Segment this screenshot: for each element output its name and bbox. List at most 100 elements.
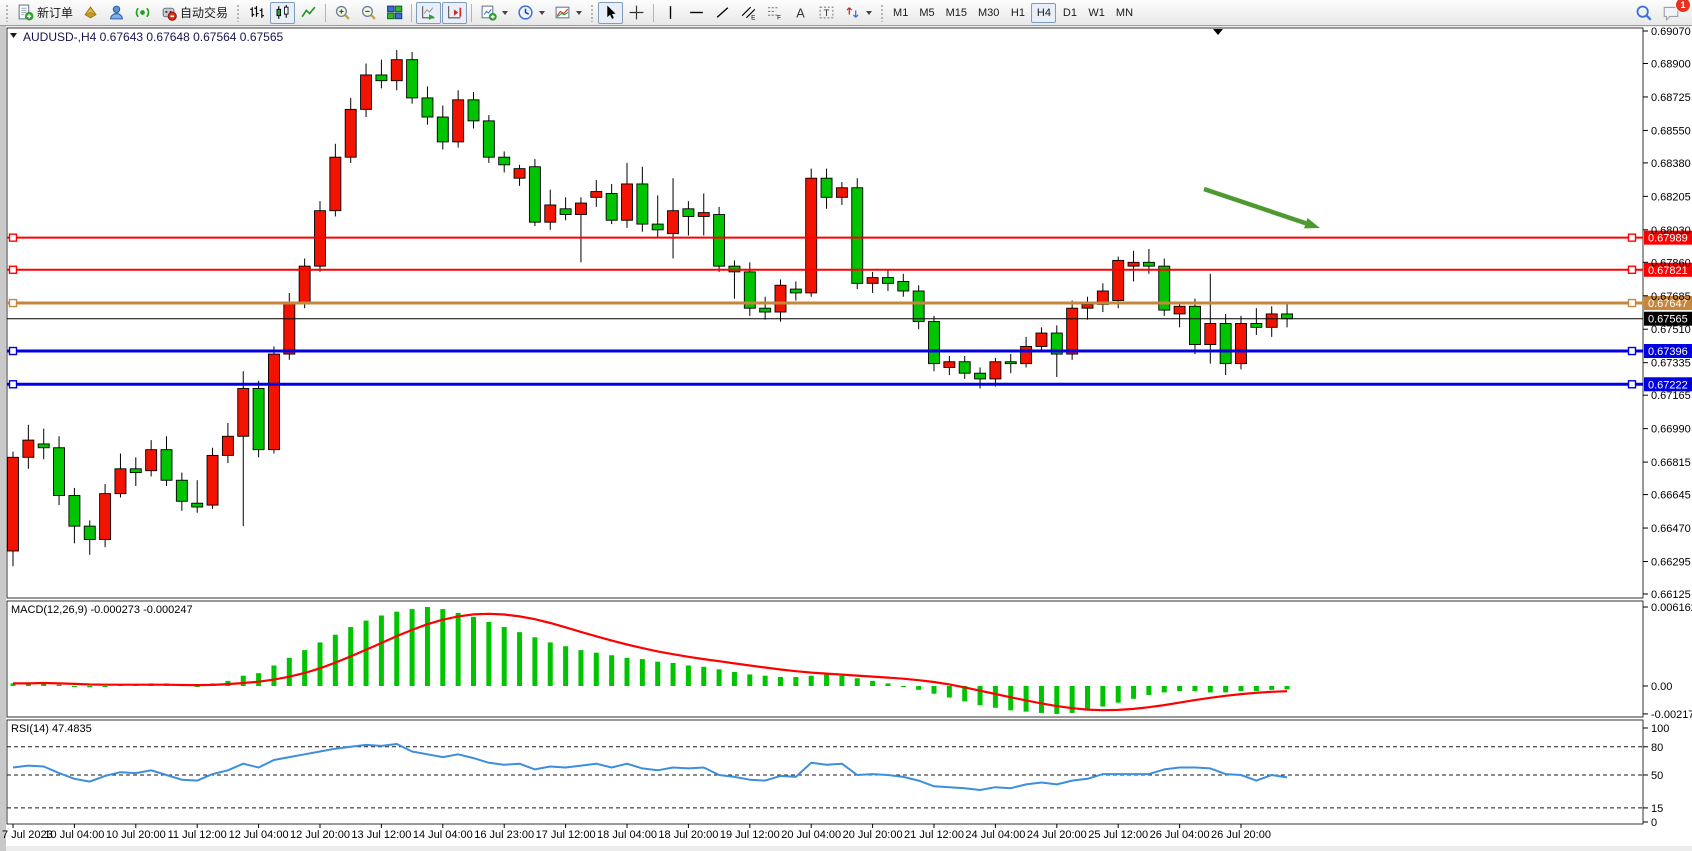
line-handle[interactable] <box>1629 300 1636 307</box>
chart-title: AUDUSD-,H4 0.67643 0.67648 0.67564 0.675… <box>10 30 284 44</box>
search-button[interactable] <box>1631 2 1657 24</box>
timeframe-m30[interactable]: M30 <box>973 3 1004 23</box>
line-handle[interactable] <box>1629 234 1636 241</box>
symbol-ohlc-label: AUDUSD-,H4 0.67643 0.67648 0.67564 0.675… <box>23 30 284 44</box>
time-tick-label: 20 Jul 20:00 <box>843 829 903 841</box>
time-tick-label: 12 Jul 04:00 <box>229 829 289 841</box>
line-handle[interactable] <box>10 300 17 307</box>
period-clock-icon <box>517 4 534 21</box>
symbols-button[interactable] <box>78 2 103 24</box>
tile-windows-button[interactable] <box>382 2 407 24</box>
chart-profile-button[interactable] <box>550 2 586 24</box>
price-tick-label: 0.68030 <box>1651 225 1691 237</box>
svg-text:A: A <box>796 5 805 20</box>
timeframe-w1[interactable]: W1 <box>1083 3 1110 23</box>
line-handle[interactable] <box>10 234 17 241</box>
price-tick-label: 0.66295 <box>1651 556 1691 568</box>
text-tool[interactable]: A <box>788 2 813 24</box>
zoom-out-icon <box>360 4 377 21</box>
zoom-out-button[interactable] <box>356 2 381 24</box>
auto-trading-label: 自动交易 <box>180 4 228 21</box>
channel-tool[interactable]: E <box>736 2 761 24</box>
time-tick-label: 18 Jul 04:00 <box>597 829 657 841</box>
rsi-tick-label: 100 <box>1651 723 1669 735</box>
signals-button[interactable] <box>130 2 155 24</box>
timeframe-d1[interactable]: D1 <box>1057 3 1082 23</box>
new-chart-button[interactable] <box>476 2 512 24</box>
line-handle[interactable] <box>1629 348 1636 355</box>
zoom-in-button[interactable] <box>330 2 355 24</box>
candlestick-chart-button[interactable] <box>270 2 295 24</box>
svg-text:F: F <box>777 14 781 21</box>
price-tick-label: 0.67860 <box>1651 257 1691 269</box>
line-handle[interactable] <box>1629 266 1636 273</box>
auto-scroll-button[interactable] <box>416 2 441 24</box>
notification-badge[interactable]: 1 <box>1675 0 1691 13</box>
auto-trading-icon <box>160 4 177 21</box>
crosshair-button[interactable] <box>624 2 649 24</box>
left-window-edge <box>0 26 6 851</box>
price-tick-label: 0.68550 <box>1651 125 1691 137</box>
toolbar-separator <box>653 4 654 22</box>
toolbar-grip[interactable] <box>880 4 884 22</box>
candlestick-chart-icon <box>274 4 291 21</box>
profile-icon <box>108 4 125 21</box>
chart-area[interactable]: 0.679890.678210.676470.675650.673960.672… <box>0 0 1692 851</box>
line-handle[interactable] <box>10 381 17 388</box>
chevron-down-icon <box>866 11 872 15</box>
horizontal-line-tool[interactable] <box>684 2 709 24</box>
text-icon: A <box>792 4 809 21</box>
timeframe-m15[interactable]: M15 <box>941 3 972 23</box>
timeframe-mn[interactable]: MN <box>1111 3 1138 23</box>
line-handle[interactable] <box>10 348 17 355</box>
new-order-button[interactable]: 新订单 <box>13 2 77 24</box>
market-watch-button[interactable] <box>104 2 129 24</box>
time-tick-label: 25 Jul 12:00 <box>1088 829 1148 841</box>
toolbar-grip[interactable] <box>5 4 9 22</box>
text-label-tool[interactable]: T <box>814 2 839 24</box>
timeframe-m5[interactable]: M5 <box>914 3 939 23</box>
svg-text:T: T <box>824 8 830 19</box>
timeframe-m1[interactable]: M1 <box>888 3 913 23</box>
rsi-label: RSI(14) 47.4835 <box>11 723 92 735</box>
line-handle[interactable] <box>10 266 17 273</box>
trendline-tool[interactable] <box>710 2 735 24</box>
price-tick-label: 0.67510 <box>1651 324 1691 336</box>
line-chart-icon <box>300 4 317 21</box>
line-handle[interactable] <box>1629 381 1636 388</box>
cursor-button[interactable] <box>598 2 623 24</box>
time-tick-label: 26 Jul 04:00 <box>1150 829 1210 841</box>
fibonacci-icon: F <box>766 4 783 21</box>
macd-tick-label: 0.00 <box>1651 681 1672 693</box>
timeframe-h4[interactable]: H4 <box>1031 3 1056 23</box>
price-tick-label: 0.68205 <box>1651 191 1691 203</box>
tile-windows-icon <box>386 4 403 21</box>
chart-shift-button[interactable] <box>442 2 467 24</box>
macd-tick-label: -0.002178 <box>1651 709 1692 721</box>
bar-chart-button[interactable] <box>244 2 269 24</box>
line-chart-button[interactable] <box>296 2 321 24</box>
toolbar-grip[interactable] <box>590 4 594 22</box>
auto-trading-button[interactable]: 自动交易 <box>156 2 232 24</box>
rsi-tick-label: 0 <box>1651 817 1657 829</box>
new-order-label: 新订单 <box>37 4 73 21</box>
chevron-down-icon <box>576 11 582 15</box>
time-tick-label: 21 Jul 12:00 <box>904 829 964 841</box>
arrows-tool[interactable] <box>840 2 876 24</box>
vertical-line-icon <box>662 4 679 21</box>
chart-profile-icon <box>554 4 571 21</box>
time-tick-label: 26 Jul 20:00 <box>1211 829 1271 841</box>
fibonacci-tool[interactable]: F <box>762 2 787 24</box>
cursor-icon <box>602 4 619 21</box>
crosshair-icon <box>628 4 645 21</box>
search-icon <box>1635 4 1653 22</box>
price-tick-label: 0.68380 <box>1651 158 1691 170</box>
period-clock-button[interactable] <box>513 2 549 24</box>
time-tick-label: 10 Jul 04:00 <box>44 829 104 841</box>
price-tick-label: 0.66645 <box>1651 490 1691 502</box>
toolbar-grip[interactable] <box>236 4 240 22</box>
channel-icon: E <box>740 4 757 21</box>
vertical-line-tool[interactable] <box>658 2 683 24</box>
time-tick-label: 20 Jul 04:00 <box>781 829 841 841</box>
timeframe-h1[interactable]: H1 <box>1005 3 1030 23</box>
